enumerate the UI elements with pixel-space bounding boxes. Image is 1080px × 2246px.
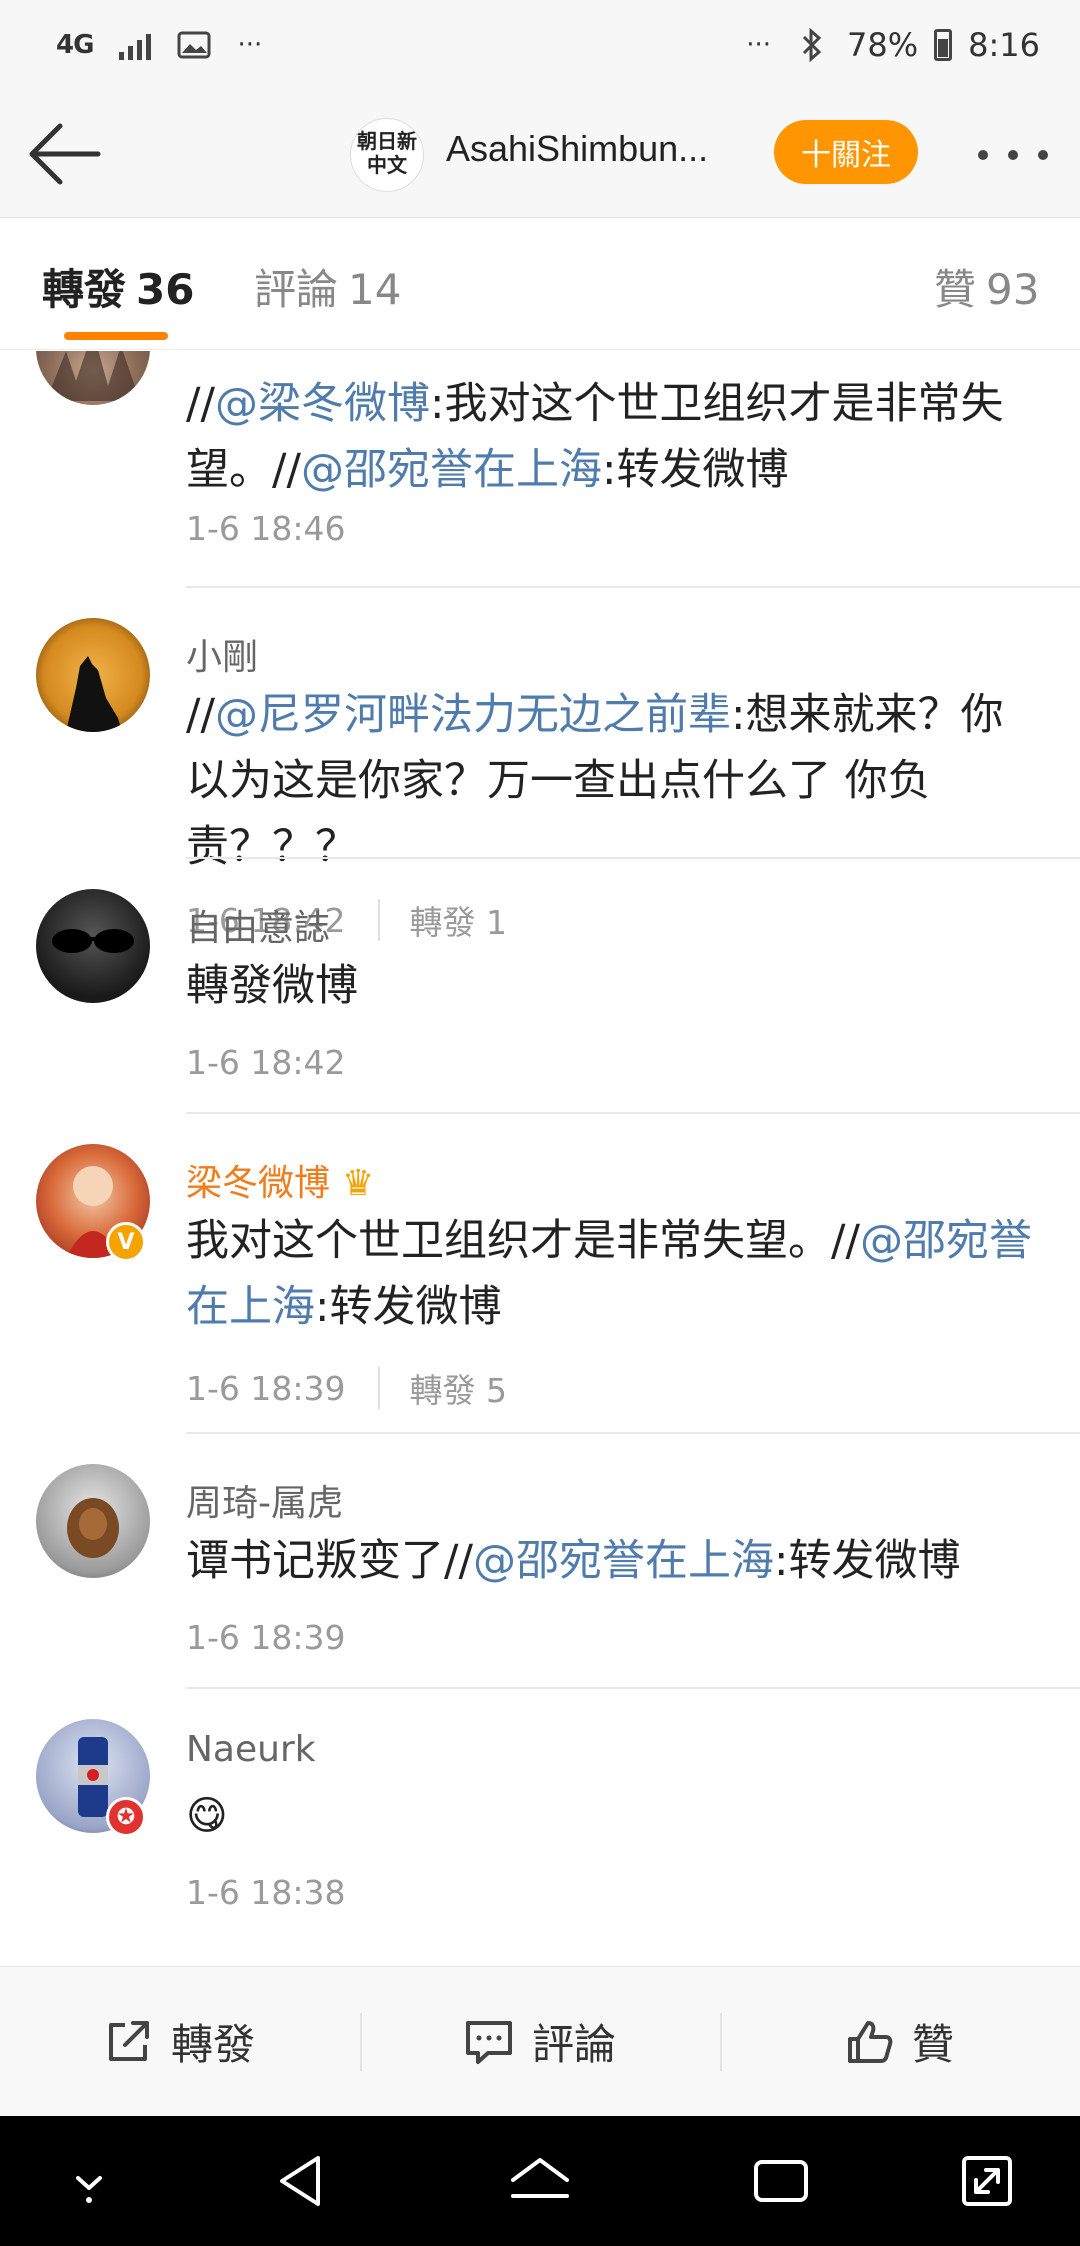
network-type: 4G [56, 30, 94, 60]
hide-keyboard-icon[interactable] [54, 2146, 124, 2216]
logo-text-line1: 朝日新 [357, 129, 417, 153]
repost-label: 轉發 [170, 2020, 255, 2069]
comment-button[interactable]: 評論 [360, 1967, 720, 2116]
mention-link[interactable]: @邵宛誉在上海 [301, 445, 602, 495]
avatar[interactable] [36, 1464, 150, 1578]
image-icon [177, 31, 211, 59]
home-icon[interactable] [505, 2146, 575, 2216]
page-logo[interactable]: 朝日新 中文 [350, 118, 424, 192]
post-meta: 1-6 18:42 [186, 1043, 346, 1082]
tab-comments-count: 14 [348, 265, 402, 314]
tab-reposts[interactable]: 轉發 36 [42, 256, 194, 317]
tab-likes-label: 贊 [934, 265, 977, 314]
like-label: 贊 [911, 2020, 954, 2069]
list-item[interactable]: //@梁冬微博:我对这个世卫组织才是非常失望。//@邵宛誉在上海:转发微博 1-… [0, 351, 1080, 588]
battery-icon [934, 29, 953, 61]
tab-reposts-label: 轉發 [42, 265, 127, 314]
repost-button[interactable]: 轉發 [0, 1967, 360, 2116]
post-content: //@梁冬微博:我对这个世卫组织才是非常失望。//@邵宛誉在上海:转发微博 [186, 379, 1004, 495]
verified-badge-icon: ✪ [106, 1797, 146, 1837]
tab-bar: 轉發 36 評論 14 贊 93 [0, 218, 1080, 350]
vip-crown-icon: ♛ [342, 1163, 375, 1204]
username[interactable]: 梁冬微博 ♛ [186, 1154, 374, 1206]
avatar[interactable] [36, 351, 150, 405]
timestamp: 1-6 18:39 [186, 1368, 346, 1408]
list-item[interactable]: V 梁冬微博 ♛ 我对这个世卫组织才是非常失望。//@邵宛誉在上海:转发微博 1-… [0, 1114, 1080, 1434]
post-meta: 1-6 18:39 [186, 1618, 346, 1657]
mention-link[interactable]: @邵宛誉在上海 [473, 1536, 774, 1586]
tab-likes[interactable]: 贊 93 [934, 256, 1039, 317]
username[interactable]: Naeurk [186, 1729, 316, 1770]
timestamp: 1-6 18:38 [186, 1873, 346, 1912]
username[interactable]: 自由意誌 [186, 899, 330, 951]
comment-icon [465, 2020, 512, 2064]
status-more: ··· [746, 30, 772, 60]
list-item[interactable]: 周琦-属虎 谭书记叛变了//@邵宛誉在上海:转发微博 1-6 18:39 [0, 1434, 1080, 1689]
battery-percent: 78% [847, 26, 919, 64]
tab-reposts-count: 36 [136, 265, 195, 314]
clock: 8:16 [968, 26, 1040, 64]
post-content: 😋 [186, 1783, 1046, 1849]
top-nav-bar: 朝日新 中文 AsahiShimbun... 十關注 [0, 90, 1080, 218]
like-button[interactable]: 贊 [720, 1967, 1080, 2116]
list-item[interactable]: ✪ Naeurk 😋 1-6 18:38 [0, 1689, 1080, 1949]
status-bar: 4G ··· ··· 78% 8:16 [0, 0, 1080, 90]
comment-label: 評論 [531, 2020, 616, 2069]
tab-likes-count: 93 [986, 265, 1040, 314]
signal-icon [119, 30, 152, 60]
thumbs-up-icon [847, 2020, 893, 2063]
avatar[interactable] [36, 889, 150, 1003]
tab-comments-label: 評論 [254, 265, 339, 314]
post-content: 轉發微博 [186, 961, 358, 1011]
post-content: 谭书记叛变了//@邵宛誉在上海:转发微博 [186, 1536, 961, 1586]
repost-count[interactable]: 轉發 5 [410, 1364, 508, 1412]
recent-apps-icon[interactable] [746, 2146, 816, 2216]
system-navigation-bar [0, 2116, 1080, 2246]
page-title[interactable]: AsahiShimbun... [446, 128, 726, 170]
back-arrow-icon[interactable] [24, 114, 108, 194]
timestamp: 1-6 18:39 [186, 1618, 346, 1657]
post-content: 我对这个世卫组织才是非常失望。//@邵宛誉在上海:转发微博 [186, 1216, 1032, 1332]
back-triangle-icon[interactable] [266, 2146, 336, 2216]
bluetooth-icon [802, 28, 822, 62]
more-options-icon[interactable] [978, 140, 1048, 170]
bottom-action-bar: 轉發 評論 贊 [0, 1966, 1080, 2116]
tab-comments[interactable]: 評論 14 [254, 256, 401, 317]
post-meta: 1-6 18:46 [186, 509, 346, 548]
username[interactable]: 小剛 [186, 628, 258, 680]
list-item[interactable]: 小剛 //@尼罗河畔法力无边之前辈:想来就来？你以为这是你家？万一查出点什么了 … [0, 588, 1080, 872]
avatar[interactable] [36, 618, 150, 732]
notification-more: ··· [237, 30, 263, 60]
verified-badge-icon: V [106, 1222, 146, 1262]
list-item[interactable]: 自由意誌 轉發微博 1-6 18:42 [0, 859, 1080, 1114]
emoji: 😋 [186, 1793, 228, 1839]
mention-link[interactable]: @梁冬微博 [215, 379, 430, 429]
timestamp: 1-6 18:46 [186, 509, 346, 548]
repost-list[interactable]: //@梁冬微博:我对这个世卫组织才是非常失望。//@邵宛誉在上海:转发微博 1-… [0, 351, 1080, 1966]
post-meta: 1-6 18:38 [186, 1873, 346, 1912]
timestamp: 1-6 18:42 [186, 1043, 346, 1082]
post-content: //@尼罗河畔法力无边之前辈:想来就来？你以为这是你家？万一查出点什么了 你负责… [186, 690, 1004, 872]
expand-icon[interactable] [952, 2146, 1022, 2216]
logo-text-line2: 中文 [367, 153, 407, 177]
mention-link[interactable]: @尼罗河畔法力无边之前辈 [215, 690, 731, 740]
active-tab-indicator [64, 332, 168, 340]
share-icon [108, 2020, 149, 2061]
post-meta: 1-6 18:39 轉發 5 [186, 1364, 507, 1412]
follow-button[interactable]: 十關注 [774, 120, 918, 184]
username[interactable]: 周琦-属虎 [186, 1474, 343, 1526]
